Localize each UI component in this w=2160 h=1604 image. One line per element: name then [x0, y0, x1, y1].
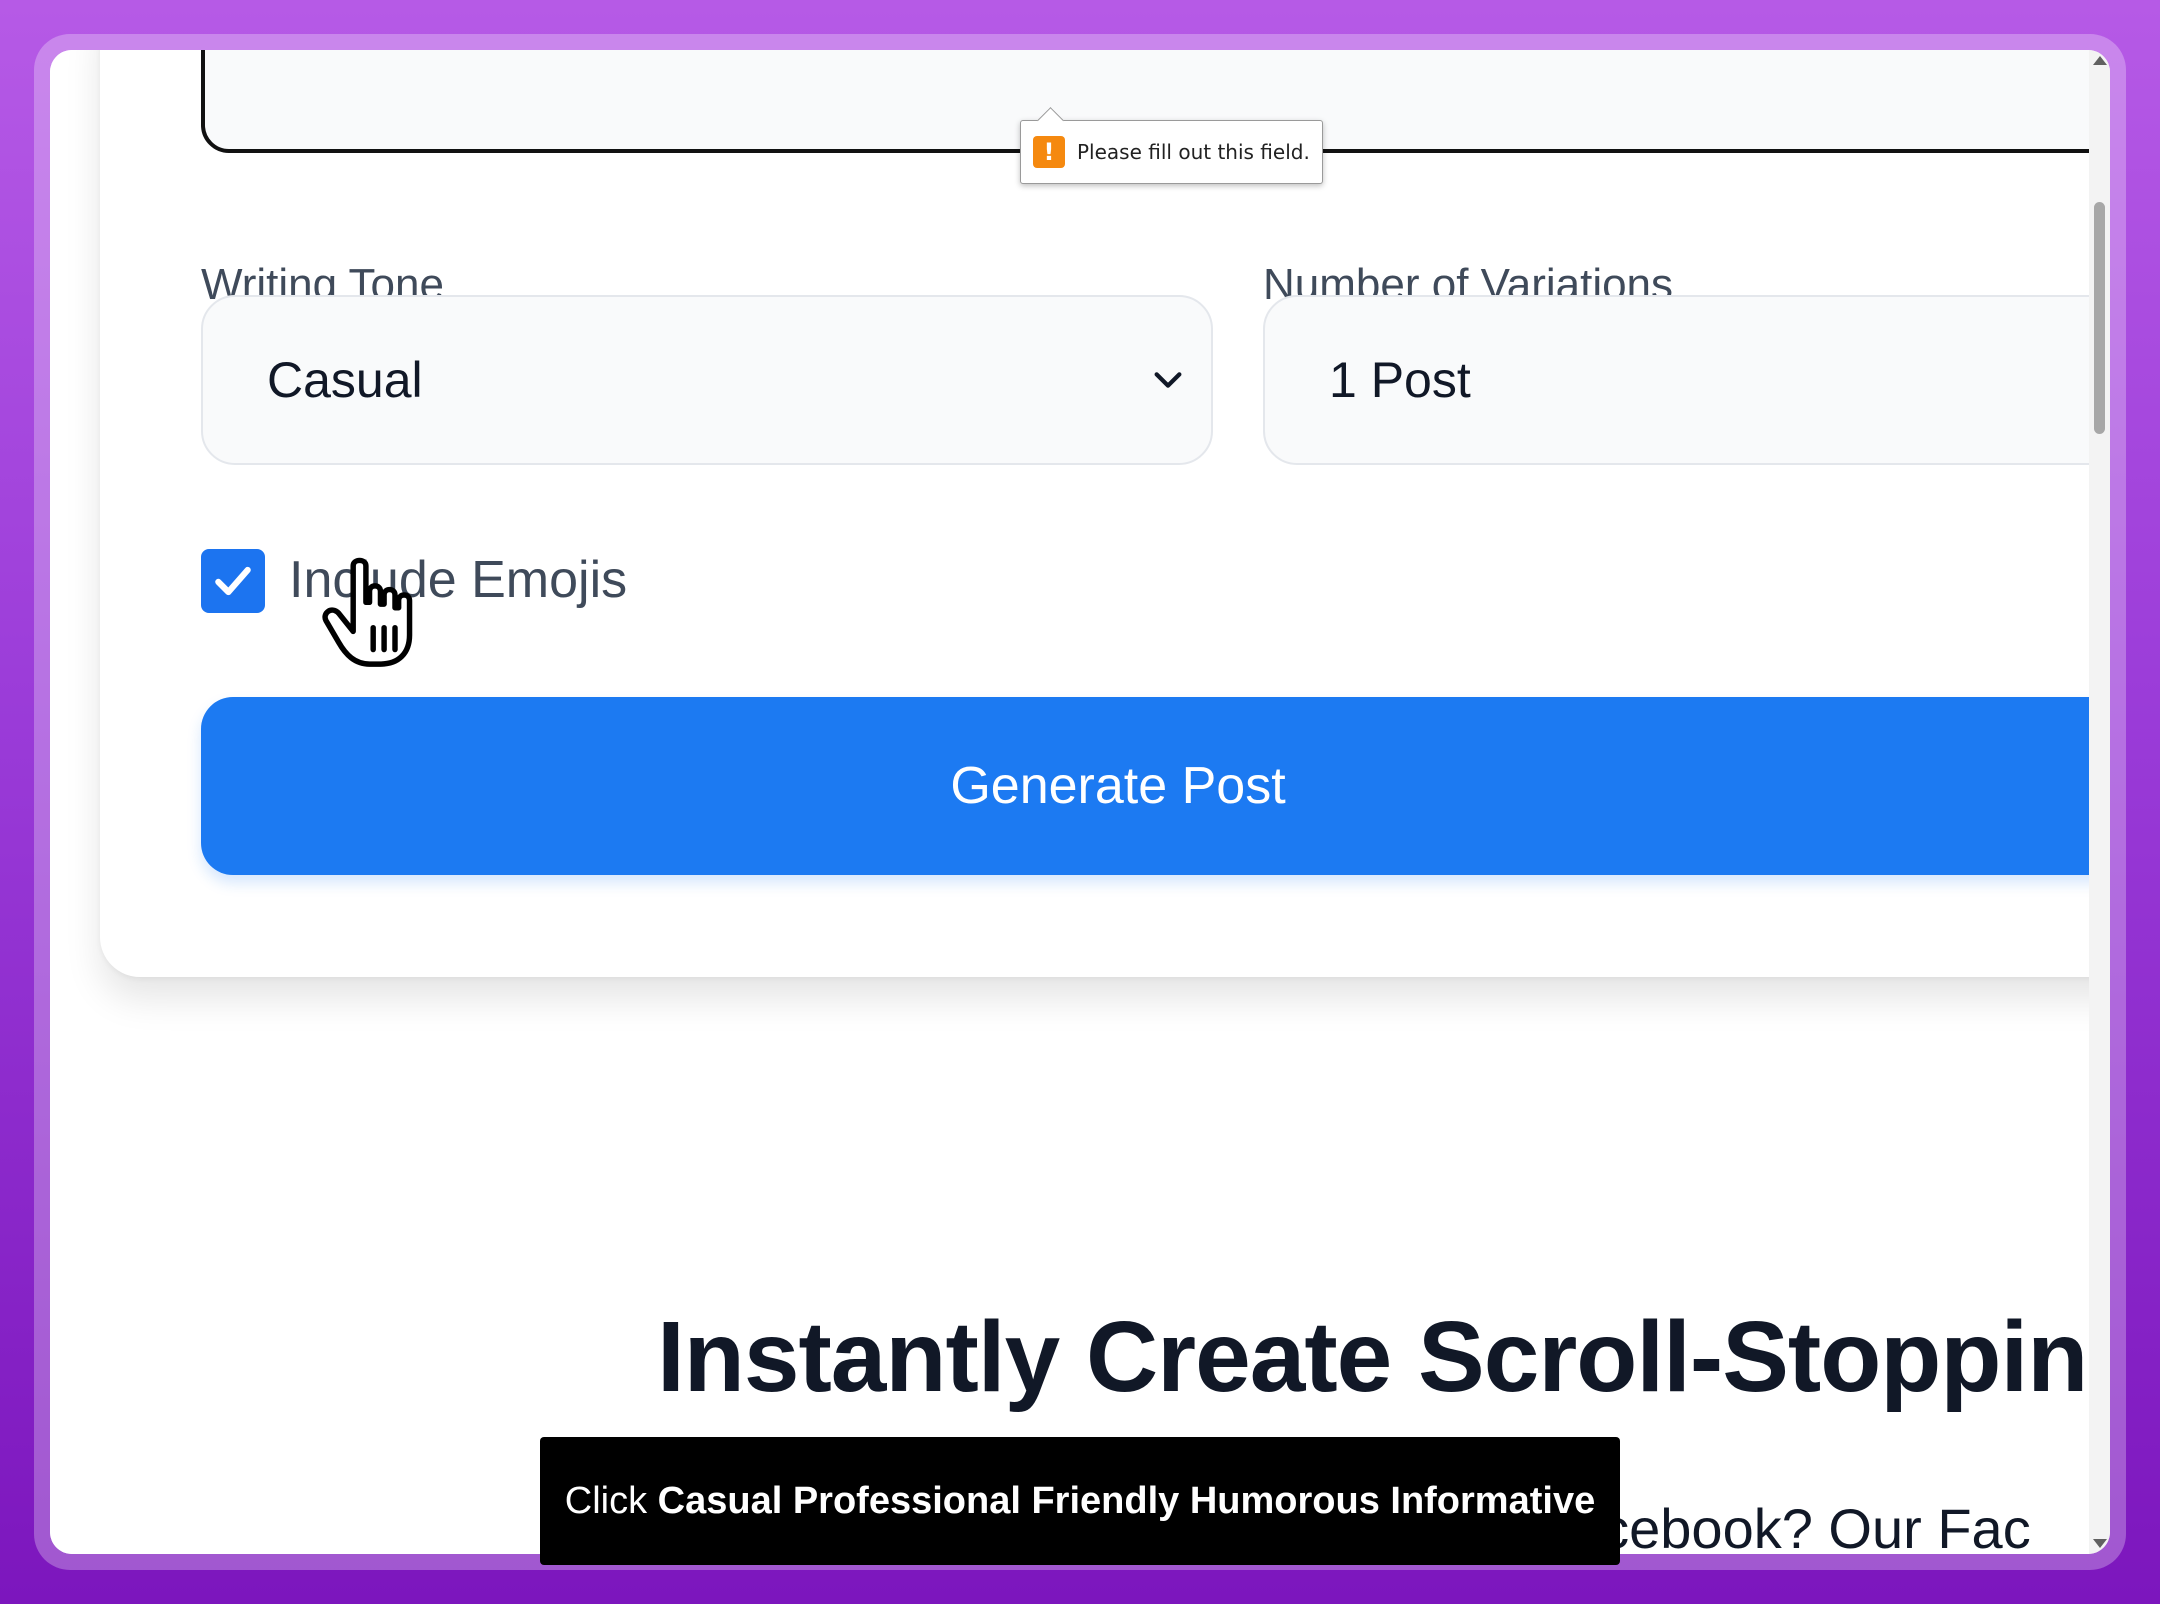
scroll-down-icon[interactable]	[2093, 1539, 2107, 1548]
scroll-up-icon[interactable]	[2093, 56, 2107, 65]
scrollbar-thumb[interactable]	[2094, 202, 2105, 434]
caption-text: Click Casual Professional Friendly Humor…	[540, 1477, 1620, 1525]
include-emojis-checkbox[interactable]	[201, 549, 265, 613]
hand-cursor-icon	[322, 557, 413, 667]
caption-prefix: Click	[564, 1480, 658, 1522]
generate-post-label: Generate Post	[950, 757, 1286, 815]
validation-tooltip: ! Please fill out this field.	[1020, 120, 1323, 184]
browser-window: ! Please fill out this field. Writing To…	[50, 50, 2110, 1554]
writing-tone-value: Casual	[267, 352, 423, 408]
vertical-scrollbar[interactable]	[2089, 50, 2110, 1554]
section-subline: acebook? Our Fac	[1570, 1497, 2031, 1554]
check-icon	[215, 566, 251, 596]
variations-select[interactable]: 1 Post	[1263, 295, 2089, 465]
validation-message: Please fill out this field.	[1077, 140, 1310, 164]
variations-value: 1 Post	[1329, 352, 1471, 408]
warning-icon: !	[1033, 136, 1065, 168]
page-viewport: ! Please fill out this field. Writing To…	[50, 50, 2089, 1554]
chevron-down-icon	[1154, 372, 1182, 388]
writing-tone-select[interactable]: Casual	[201, 295, 1213, 465]
section-headline: Instantly Create Scroll-Stoppin	[657, 1301, 2088, 1413]
instruction-caption: Click Casual Professional Friendly Humor…	[540, 1437, 1620, 1565]
generate-post-button[interactable]: Generate Post	[201, 697, 2089, 875]
caption-target: Casual Professional Friendly Humorous In…	[657, 1480, 1596, 1522]
